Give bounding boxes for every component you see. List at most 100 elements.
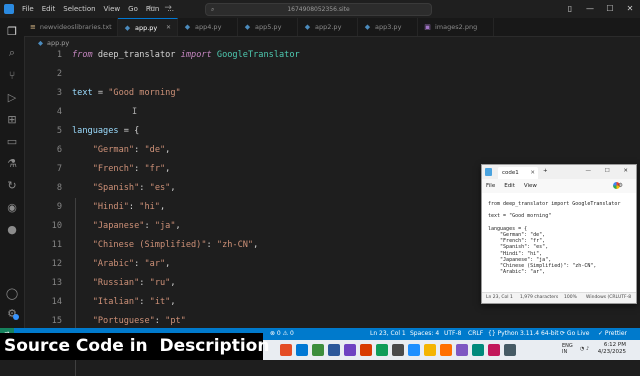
notepad-menu-file[interactable]: File <box>486 183 495 189</box>
tab-app4-py[interactable]: ◆ app4.py <box>178 18 238 36</box>
app-icon[interactable] <box>504 344 516 356</box>
forward-arrow-icon[interactable]: → <box>164 3 172 13</box>
command-center-label: 1674908052356.site <box>287 6 350 13</box>
python-version[interactable]: 3.11.4 64-bit <box>520 328 559 340</box>
app-icon[interactable] <box>392 344 404 356</box>
app-icon[interactable] <box>344 344 356 356</box>
menu-file[interactable]: File <box>18 0 38 18</box>
code-line-14: "Italian": "it", <box>92 297 176 307</box>
line-number: 14 <box>51 297 62 307</box>
app-icon[interactable] <box>376 344 388 356</box>
line-number: 4 <box>56 107 62 117</box>
new-tab-icon[interactable]: + <box>543 168 548 174</box>
account-icon[interactable]: ◯ <box>5 286 19 300</box>
tab-app-py[interactable]: ◆ app.py ✕ <box>118 18 178 36</box>
chrome-icon[interactable] <box>280 344 292 356</box>
explorer-icon[interactable]: ❐ <box>5 24 19 38</box>
line-number: 10 <box>51 221 62 231</box>
code-line: 5 languages = { <box>24 124 640 143</box>
language-mode[interactable]: {} Python <box>488 328 518 340</box>
notepad-status-bar: Ln 23, Col 1 1,979 characters 100% Windo… <box>482 292 636 303</box>
live-share-icon[interactable]: ↻ <box>5 178 19 192</box>
chat-icon[interactable]: ● <box>5 222 19 236</box>
window-controls: ▯ — ☐ ✕ <box>560 0 640 18</box>
code-line: 1 from deep_translator import GoogleTran… <box>24 48 640 67</box>
breadcrumb: ◆ app.py <box>24 37 69 48</box>
app-icon[interactable] <box>424 344 436 356</box>
app-icon[interactable] <box>440 344 452 356</box>
system-clock[interactable]: 6:12 PM 4/23/2025 <box>598 342 626 356</box>
copilot-icon[interactable]: ◉ <box>5 200 19 214</box>
vscode-taskbar-icon[interactable] <box>296 344 308 356</box>
run-debug-icon[interactable]: ▷ <box>5 90 19 104</box>
line-number: 6 <box>56 145 62 155</box>
line-ending[interactable]: CRLF <box>468 328 483 340</box>
extensions-icon[interactable]: ⊞ <box>5 112 19 126</box>
maximize-icon[interactable]: ☐ <box>600 0 620 18</box>
command-center-search[interactable]: ⌕ 1674908052356.site <box>205 3 432 16</box>
settings-gear-icon[interactable]: ⚙ <box>5 306 19 320</box>
settings-gear-icon[interactable]: ⚙ <box>618 182 623 189</box>
app-icon[interactable] <box>472 344 484 356</box>
breadcrumb-file[interactable]: app.py <box>47 39 69 47</box>
wifi-volume-battery-icon[interactable]: ◔ ♪ <box>580 346 589 352</box>
notepad-menu-edit[interactable]: Edit <box>504 183 515 189</box>
tab-app5-py[interactable]: ◆ app5.py <box>238 18 298 36</box>
clock-time: 6:12 PM <box>603 342 626 348</box>
notepad-tab[interactable]: code1 ✕ <box>498 167 538 179</box>
indentation[interactable]: Spaces: 4 <box>410 328 439 340</box>
menu-edit[interactable]: Edit <box>38 0 60 18</box>
tab-label: newvideoslibraries.txt <box>39 23 112 31</box>
notepad-window[interactable]: code1 ✕ + — ☐ ✕ File Edit View ⚙ from de… <box>481 164 637 304</box>
code-line-8: "Spanish": "es", <box>92 183 176 193</box>
line-number: 15 <box>51 316 62 326</box>
source-control-icon[interactable]: ⑂ <box>5 68 19 82</box>
tab-app2-py[interactable]: ◆ app2.py <box>298 18 358 36</box>
python-file-icon: ◆ <box>184 23 191 31</box>
menu-selection[interactable]: Selection <box>59 0 99 18</box>
close-tab-icon[interactable]: ✕ <box>530 167 535 179</box>
code-line-11: "Chinese (Simplified)": "zh-CN", <box>92 240 259 250</box>
word-icon[interactable] <box>328 344 340 356</box>
region-label: IN <box>562 349 568 355</box>
title-bar: File Edit Selection View Go Run ... ← → … <box>0 0 640 19</box>
cursor-position[interactable]: Ln 23, Col 1 <box>370 328 406 340</box>
notepad-window-controls[interactable]: — ☐ ✕ <box>585 168 634 174</box>
testing-icon[interactable]: ⚗ <box>5 156 19 170</box>
app-icon[interactable] <box>456 344 468 356</box>
tab-images2-png[interactable]: ▣ images2.png <box>418 18 494 36</box>
remote-explorer-icon[interactable]: ▭ <box>5 134 19 148</box>
minimize-icon[interactable]: — <box>580 0 600 18</box>
tab-app3-py[interactable]: ◆ app3.py <box>358 18 418 36</box>
menu-view[interactable]: View <box>100 0 125 18</box>
notepad-tab-title: code1 <box>502 170 519 176</box>
search-icon[interactable]: ⌕ <box>5 46 19 60</box>
close-icon[interactable]: ✕ <box>620 0 640 18</box>
notepad-menu-view[interactable]: View <box>524 183 537 189</box>
notepad-text-area[interactable]: from deep_translator import GoogleTransl… <box>488 201 632 291</box>
close-tab-icon[interactable]: ✕ <box>166 24 171 31</box>
notepad-char-count: 1,979 characters <box>520 295 559 300</box>
code-line-6: "German": "de", <box>92 145 171 155</box>
file-explorer-icon[interactable] <box>312 344 324 356</box>
app-icon[interactable] <box>488 344 500 356</box>
problems-indicator[interactable]: ⊗ 0 ⚠ 0 <box>270 328 294 340</box>
line-number: 13 <box>51 278 62 288</box>
line-number: 1 <box>56 50 62 60</box>
code-line-12: "Arabic": "ar", <box>92 259 171 269</box>
prettier-status[interactable]: ✓ Prettier <box>598 328 627 340</box>
encoding[interactable]: UTF-8 <box>444 328 462 340</box>
input-language[interactable]: ENG IN <box>562 343 573 355</box>
app-icon[interactable] <box>408 344 420 356</box>
menu-go[interactable]: Go <box>124 0 142 18</box>
back-arrow-icon[interactable]: ← <box>148 3 156 13</box>
go-live-button[interactable]: ⟳ Go Live <box>560 328 589 340</box>
app-icon[interactable] <box>360 344 372 356</box>
tab-label: images2.png <box>435 23 478 31</box>
editor-tabs: ≡ newvideoslibraries.txt ◆ app.py ✕ ◆ ap… <box>24 18 640 37</box>
clock-date: 4/23/2025 <box>597 349 626 355</box>
line-number: 11 <box>51 240 62 250</box>
code-line-5: languages = { <box>72 126 140 136</box>
layout-icon[interactable]: ▯ <box>560 0 580 18</box>
tab-newvideoslibraries[interactable]: ≡ newvideoslibraries.txt <box>24 18 118 36</box>
